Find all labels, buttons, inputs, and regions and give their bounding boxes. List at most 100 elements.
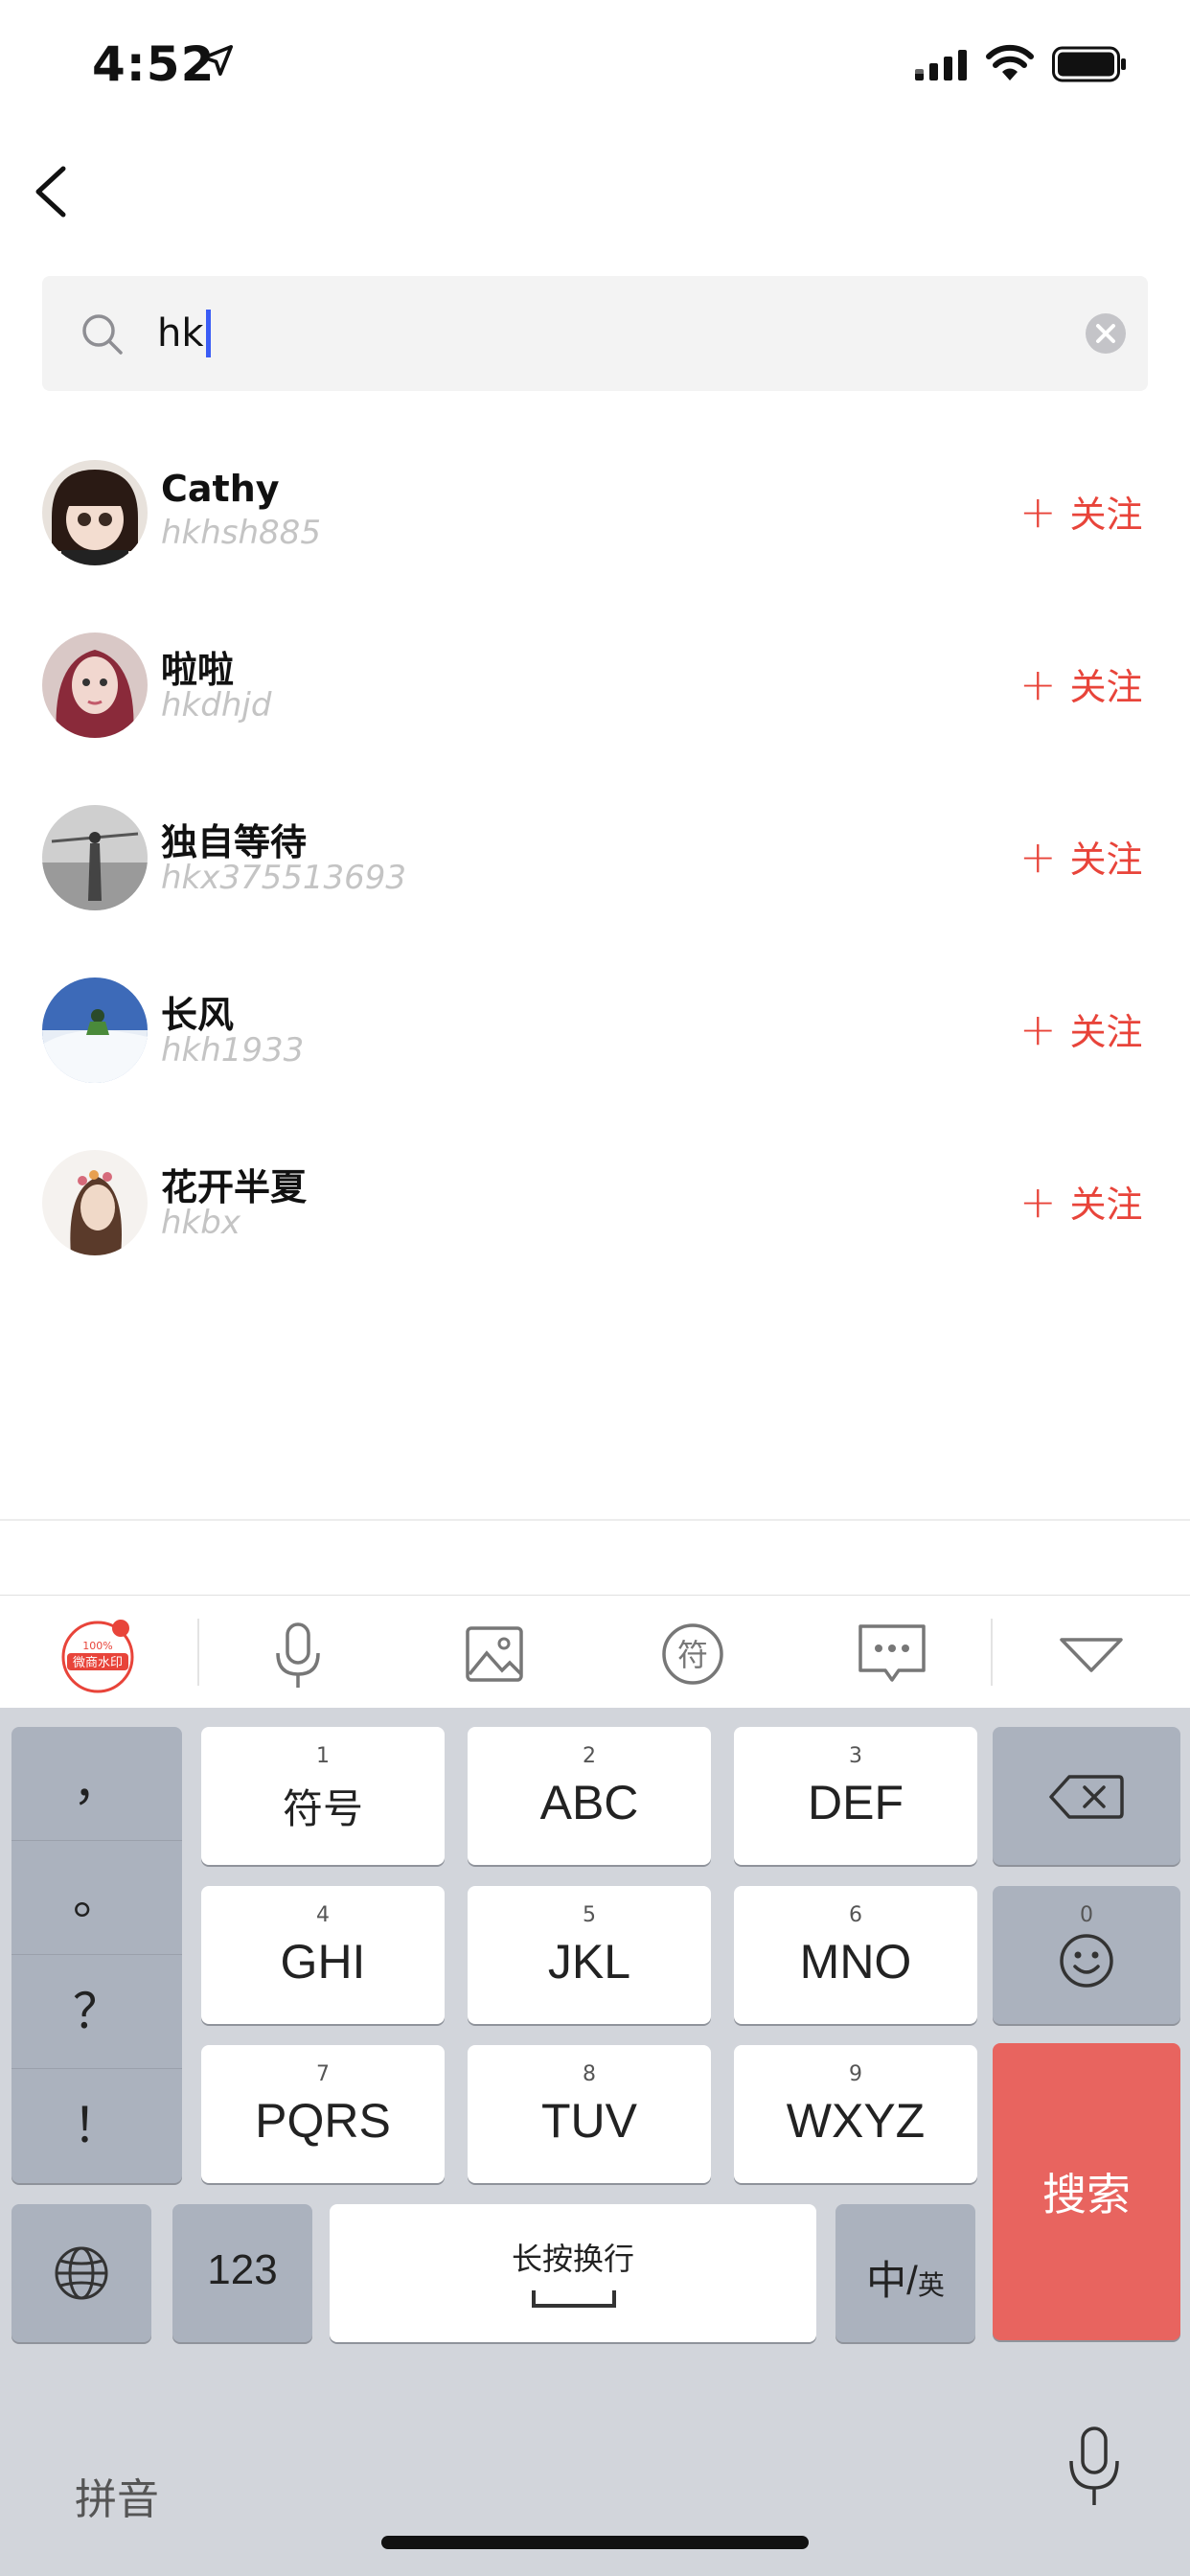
- follow-label: 关注: [1069, 1011, 1143, 1053]
- user-row[interactable]: 啦啦 hkdhjd + 关注: [0, 623, 1190, 795]
- search-input[interactable]: hk: [157, 305, 211, 362]
- status-time: 4:52: [92, 36, 216, 92]
- key-number: 9: [849, 2062, 862, 2086]
- language-switch-key[interactable]: 中/英: [835, 2204, 975, 2342]
- search-icon: [82, 314, 123, 355]
- key-4[interactable]: 4 GHI: [201, 1886, 445, 2024]
- image-icon[interactable]: [454, 1613, 537, 1695]
- avatar: [42, 805, 148, 910]
- watermark-badge-icon[interactable]: 100% 微商水印: [57, 1613, 140, 1695]
- microphone-icon[interactable]: [1064, 2425, 1125, 2511]
- punct-key[interactable]: ？: [11, 1955, 182, 2069]
- key-1[interactable]: 1 符号: [201, 1727, 445, 1865]
- punctuation-column[interactable]: ， 。 ？ ！: [11, 1727, 182, 2183]
- collapse-keyboard-icon[interactable]: [1050, 1613, 1133, 1695]
- signal-icon: [915, 50, 967, 80]
- backspace-icon: [1049, 1775, 1124, 1819]
- key-label: JKL: [547, 1935, 631, 1989]
- follow-label: 关注: [1069, 494, 1143, 536]
- status-bar: 4:52: [0, 0, 1190, 134]
- key-number: 5: [583, 1903, 596, 1927]
- wifi-icon: [986, 44, 1034, 80]
- key-number: 1: [316, 1744, 330, 1768]
- user-name: Cathy: [161, 468, 280, 510]
- key-label: 长按换行: [511, 2242, 634, 2276]
- punct-key[interactable]: 。: [11, 1841, 182, 1955]
- user-handle: hkdhjd: [161, 686, 272, 724]
- home-indicator[interactable]: [381, 2536, 809, 2549]
- clear-icon[interactable]: [1085, 312, 1127, 355]
- punct-key[interactable]: ，: [11, 1727, 182, 1841]
- key-label: 123: [207, 2246, 278, 2293]
- follow-button[interactable]: + 关注: [1019, 657, 1143, 710]
- toolbar-separator: [991, 1619, 993, 1686]
- pinyin-label[interactable]: 拼音: [75, 2465, 159, 2526]
- emoji-key[interactable]: 0: [993, 1886, 1180, 2024]
- key-number: 8: [583, 2062, 596, 2086]
- globe-key[interactable]: [11, 2204, 151, 2342]
- keyboard-toolbar: 100% 微商水印 符: [0, 1595, 1190, 1708]
- follow-button[interactable]: + 关注: [1019, 1002, 1143, 1055]
- avatar: [42, 632, 148, 738]
- badge-line2: 微商水印: [73, 1656, 123, 1670]
- follow-label: 关注: [1069, 839, 1143, 881]
- key-2[interactable]: 2 ABC: [468, 1727, 711, 1865]
- user-row[interactable]: 长风 hkh1933 + 关注: [0, 968, 1190, 1140]
- user-name: 啦啦: [161, 649, 235, 691]
- key-label: MNO: [799, 1935, 912, 1989]
- backspace-key[interactable]: [993, 1727, 1180, 1865]
- chat-icon[interactable]: [851, 1613, 933, 1695]
- key-5[interactable]: 5 JKL: [468, 1886, 711, 2024]
- microphone-icon[interactable]: [257, 1613, 339, 1695]
- numbers-key[interactable]: 123: [172, 2204, 312, 2342]
- punct-key[interactable]: ！: [11, 2069, 182, 2183]
- avatar: [42, 460, 148, 565]
- key-8[interactable]: 8 TUV: [468, 2045, 711, 2183]
- user-name: 独自等待: [161, 821, 308, 863]
- toolbar-separator: [197, 1619, 199, 1686]
- emoji-icon: [1060, 1934, 1113, 1988]
- key-7[interactable]: 7 PQRS: [201, 2045, 445, 2183]
- key-label: DEF: [808, 1776, 904, 1829]
- key-9[interactable]: 9 WXYZ: [734, 2045, 977, 2183]
- symbol-icon[interactable]: 符: [652, 1613, 734, 1695]
- key-6[interactable]: 6 MNO: [734, 1886, 977, 2024]
- plus-icon: +: [1019, 1002, 1057, 1055]
- back-chevron-icon[interactable]: [29, 161, 75, 222]
- search-bar[interactable]: hk: [42, 276, 1148, 391]
- follow-button[interactable]: + 关注: [1019, 830, 1143, 883]
- globe-icon: [55, 2246, 108, 2300]
- lang-main: 中/: [866, 2258, 918, 2303]
- search-key[interactable]: 搜索: [993, 2043, 1180, 2340]
- user-result-list: Cathy hkhsh885 + 关注 啦啦 hkdhjd + 关注 独自等待 hk…: [0, 450, 1190, 1313]
- space-key[interactable]: 长按换行: [330, 2204, 816, 2342]
- plus-icon: +: [1019, 657, 1057, 710]
- key-number: 2: [583, 1744, 596, 1768]
- key-number: 6: [849, 1903, 862, 1927]
- badge-line1: 100%: [82, 1640, 112, 1652]
- user-row[interactable]: 独自等待 hkx375513693 + 关注: [0, 795, 1190, 968]
- plus-icon: +: [1019, 830, 1057, 883]
- follow-button[interactable]: + 关注: [1019, 485, 1143, 538]
- follow-button[interactable]: + 关注: [1019, 1175, 1143, 1228]
- user-handle: hkhsh885: [161, 514, 321, 552]
- user-row[interactable]: Cathy hkhsh885 + 关注: [0, 450, 1190, 623]
- key-number: 7: [316, 2062, 330, 2086]
- key-number: 3: [849, 1744, 862, 1768]
- key-label: 中/英: [835, 2248, 975, 2307]
- avatar: [42, 978, 148, 1083]
- keyboard: ， 。 ？ ！ 1 符号 2 ABC 3 DEF 4 GHI 5 JKL 6 M…: [0, 1708, 1190, 2576]
- user-row[interactable]: 花开半夏 hkbx + 关注: [0, 1140, 1190, 1313]
- divider: [0, 1519, 1190, 1521]
- key-label: ABC: [539, 1776, 639, 1829]
- user-handle: hkbx: [161, 1204, 240, 1242]
- key-number: 4: [316, 1903, 330, 1927]
- follow-label: 关注: [1069, 666, 1143, 708]
- key-label: PQRS: [255, 2094, 391, 2148]
- symbol-glyph: 符: [677, 1637, 708, 1673]
- key-3[interactable]: 3 DEF: [734, 1727, 977, 1865]
- search-query: hk: [157, 311, 204, 356]
- text-caret: [205, 310, 211, 357]
- key-number: 0: [1080, 1903, 1093, 1927]
- user-name: 花开半夏: [161, 1166, 308, 1208]
